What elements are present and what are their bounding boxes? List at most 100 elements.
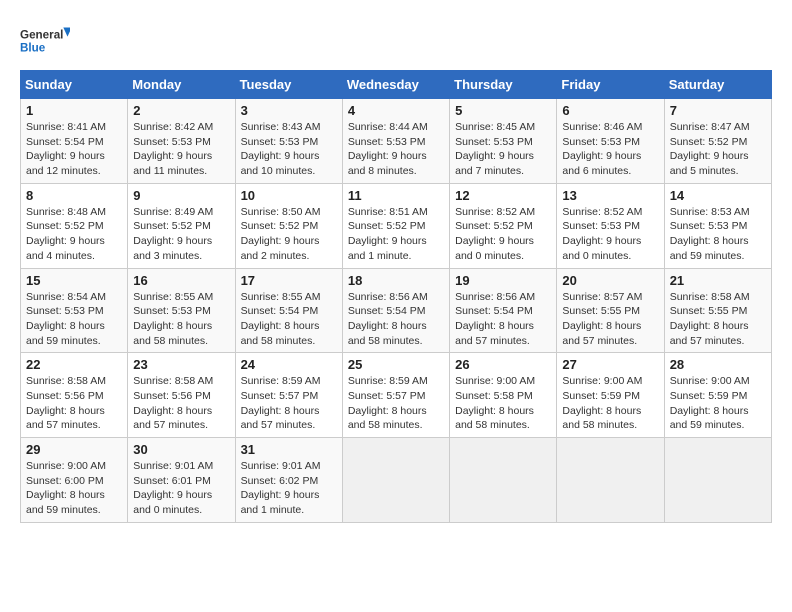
calendar-week-row: 8 Sunrise: 8:48 AM Sunset: 5:52 PM Daylig…	[21, 183, 772, 268]
calendar-cell: 12 Sunrise: 8:52 AM Sunset: 5:52 PM Dayli…	[450, 183, 557, 268]
calendar-cell: 16 Sunrise: 8:55 AM Sunset: 5:53 PM Dayli…	[128, 268, 235, 353]
day-info: Sunrise: 8:56 AM Sunset: 5:54 PM Dayligh…	[455, 290, 551, 349]
calendar-table: SundayMondayTuesdayWednesdayThursdayFrid…	[20, 70, 772, 523]
calendar-cell: 27 Sunrise: 9:00 AM Sunset: 5:59 PM Dayli…	[557, 353, 664, 438]
day-number: 4	[348, 103, 444, 118]
day-number: 19	[455, 273, 551, 288]
day-number: 6	[562, 103, 658, 118]
calendar-cell: 2 Sunrise: 8:42 AM Sunset: 5:53 PM Daylig…	[128, 99, 235, 184]
day-number: 28	[670, 357, 766, 372]
day-info: Sunrise: 8:58 AM Sunset: 5:55 PM Dayligh…	[670, 290, 766, 349]
day-info: Sunrise: 8:52 AM Sunset: 5:52 PM Dayligh…	[455, 205, 551, 264]
calendar-cell: 25 Sunrise: 8:59 AM Sunset: 5:57 PM Dayli…	[342, 353, 449, 438]
calendar-cell: 26Sunrise: 9:00 AM Sunset: 5:58 PM Dayli…	[450, 353, 557, 438]
day-number: 14	[670, 188, 766, 203]
calendar-cell	[450, 438, 557, 523]
weekday-header-wednesday: Wednesday	[342, 71, 449, 99]
weekday-header-friday: Friday	[557, 71, 664, 99]
day-info: Sunrise: 8:50 AM Sunset: 5:52 PM Dayligh…	[241, 205, 337, 264]
day-info: Sunrise: 8:54 AM Sunset: 5:53 PM Dayligh…	[26, 290, 122, 349]
weekday-header-monday: Monday	[128, 71, 235, 99]
calendar-cell: 10 Sunrise: 8:50 AM Sunset: 5:52 PM Dayli…	[235, 183, 342, 268]
day-number: 27	[562, 357, 658, 372]
day-info: Sunrise: 8:56 AM Sunset: 5:54 PM Dayligh…	[348, 290, 444, 349]
day-info: Sunrise: 9:01 AM Sunset: 6:01 PM Dayligh…	[133, 459, 229, 518]
day-info: Sunrise: 9:00 AM Sunset: 5:59 PM Dayligh…	[562, 374, 658, 433]
day-info: Sunrise: 8:51 AM Sunset: 5:52 PM Dayligh…	[348, 205, 444, 264]
calendar-cell: 1 Sunrise: 8:41 AM Sunset: 5:54 PM Daylig…	[21, 99, 128, 184]
calendar-cell: 20Sunrise: 8:57 AM Sunset: 5:55 PM Dayli…	[557, 268, 664, 353]
weekday-header-sunday: Sunday	[21, 71, 128, 99]
logo: General Blue	[20, 20, 70, 60]
calendar-cell: 29Sunrise: 9:00 AM Sunset: 6:00 PM Dayli…	[21, 438, 128, 523]
day-info: Sunrise: 8:45 AM Sunset: 5:53 PM Dayligh…	[455, 120, 551, 179]
day-info: Sunrise: 9:00 AM Sunset: 5:59 PM Dayligh…	[670, 374, 766, 433]
calendar-cell: 19 Sunrise: 8:56 AM Sunset: 5:54 PM Dayli…	[450, 268, 557, 353]
day-info: Sunrise: 8:48 AM Sunset: 5:52 PM Dayligh…	[26, 205, 122, 264]
calendar-cell: 30 Sunrise: 9:01 AM Sunset: 6:01 PM Dayli…	[128, 438, 235, 523]
calendar-cell: 17 Sunrise: 8:55 AM Sunset: 5:54 PM Dayli…	[235, 268, 342, 353]
calendar-cell: 3Sunrise: 8:43 AM Sunset: 5:53 PM Daylig…	[235, 99, 342, 184]
day-info: Sunrise: 8:42 AM Sunset: 5:53 PM Dayligh…	[133, 120, 229, 179]
calendar-cell	[557, 438, 664, 523]
day-info: Sunrise: 8:59 AM Sunset: 5:57 PM Dayligh…	[348, 374, 444, 433]
day-number: 20	[562, 273, 658, 288]
day-number: 30	[133, 442, 229, 457]
calendar-cell: 23Sunrise: 8:58 AM Sunset: 5:56 PM Dayli…	[128, 353, 235, 438]
day-number: 17	[241, 273, 337, 288]
weekday-header-row: SundayMondayTuesdayWednesdayThursdayFrid…	[21, 71, 772, 99]
calendar-cell: 31 Sunrise: 9:01 AM Sunset: 6:02 PM Dayli…	[235, 438, 342, 523]
weekday-header-thursday: Thursday	[450, 71, 557, 99]
calendar-cell: 13 Sunrise: 8:52 AM Sunset: 5:53 PM Dayli…	[557, 183, 664, 268]
calendar-cell: 14 Sunrise: 8:53 AM Sunset: 5:53 PM Dayli…	[664, 183, 771, 268]
calendar-week-row: 29Sunrise: 9:00 AM Sunset: 6:00 PM Dayli…	[21, 438, 772, 523]
day-number: 25	[348, 357, 444, 372]
calendar-week-row: 15Sunrise: 8:54 AM Sunset: 5:53 PM Dayli…	[21, 268, 772, 353]
calendar-week-row: 1 Sunrise: 8:41 AM Sunset: 5:54 PM Daylig…	[21, 99, 772, 184]
day-info: Sunrise: 8:46 AM Sunset: 5:53 PM Dayligh…	[562, 120, 658, 179]
day-info: Sunrise: 8:53 AM Sunset: 5:53 PM Dayligh…	[670, 205, 766, 264]
calendar-cell: 22 Sunrise: 8:58 AM Sunset: 5:56 PM Dayli…	[21, 353, 128, 438]
day-info: Sunrise: 8:49 AM Sunset: 5:52 PM Dayligh…	[133, 205, 229, 264]
day-info: Sunrise: 8:55 AM Sunset: 5:53 PM Dayligh…	[133, 290, 229, 349]
weekday-header-tuesday: Tuesday	[235, 71, 342, 99]
day-number: 16	[133, 273, 229, 288]
weekday-header-saturday: Saturday	[664, 71, 771, 99]
day-number: 12	[455, 188, 551, 203]
calendar-cell: 7Sunrise: 8:47 AM Sunset: 5:52 PM Daylig…	[664, 99, 771, 184]
day-number: 18	[348, 273, 444, 288]
day-number: 11	[348, 188, 444, 203]
day-number: 31	[241, 442, 337, 457]
day-number: 1	[26, 103, 122, 118]
calendar-cell: 28 Sunrise: 9:00 AM Sunset: 5:59 PM Dayli…	[664, 353, 771, 438]
day-info: Sunrise: 9:01 AM Sunset: 6:02 PM Dayligh…	[241, 459, 337, 518]
day-number: 23	[133, 357, 229, 372]
day-number: 26	[455, 357, 551, 372]
day-info: Sunrise: 8:59 AM Sunset: 5:57 PM Dayligh…	[241, 374, 337, 433]
day-number: 10	[241, 188, 337, 203]
day-number: 9	[133, 188, 229, 203]
calendar-cell: 8 Sunrise: 8:48 AM Sunset: 5:52 PM Daylig…	[21, 183, 128, 268]
logo-svg: General Blue	[20, 20, 70, 60]
calendar-cell	[342, 438, 449, 523]
svg-text:Blue: Blue	[20, 42, 46, 55]
day-number: 8	[26, 188, 122, 203]
calendar-cell: 11 Sunrise: 8:51 AM Sunset: 5:52 PM Dayli…	[342, 183, 449, 268]
day-number: 7	[670, 103, 766, 118]
day-info: Sunrise: 8:52 AM Sunset: 5:53 PM Dayligh…	[562, 205, 658, 264]
calendar-week-row: 22 Sunrise: 8:58 AM Sunset: 5:56 PM Dayli…	[21, 353, 772, 438]
calendar-cell: 9 Sunrise: 8:49 AM Sunset: 5:52 PM Daylig…	[128, 183, 235, 268]
day-number: 24	[241, 357, 337, 372]
day-number: 21	[670, 273, 766, 288]
day-info: Sunrise: 8:55 AM Sunset: 5:54 PM Dayligh…	[241, 290, 337, 349]
calendar-cell: 5Sunrise: 8:45 AM Sunset: 5:53 PM Daylig…	[450, 99, 557, 184]
day-number: 2	[133, 103, 229, 118]
calendar-cell: 4Sunrise: 8:44 AM Sunset: 5:53 PM Daylig…	[342, 99, 449, 184]
calendar-cell: 15Sunrise: 8:54 AM Sunset: 5:53 PM Dayli…	[21, 268, 128, 353]
calendar-cell: 18 Sunrise: 8:56 AM Sunset: 5:54 PM Dayli…	[342, 268, 449, 353]
day-info: Sunrise: 8:41 AM Sunset: 5:54 PM Dayligh…	[26, 120, 122, 179]
day-number: 22	[26, 357, 122, 372]
day-number: 13	[562, 188, 658, 203]
day-info: Sunrise: 8:58 AM Sunset: 5:56 PM Dayligh…	[26, 374, 122, 433]
day-info: Sunrise: 9:00 AM Sunset: 6:00 PM Dayligh…	[26, 459, 122, 518]
